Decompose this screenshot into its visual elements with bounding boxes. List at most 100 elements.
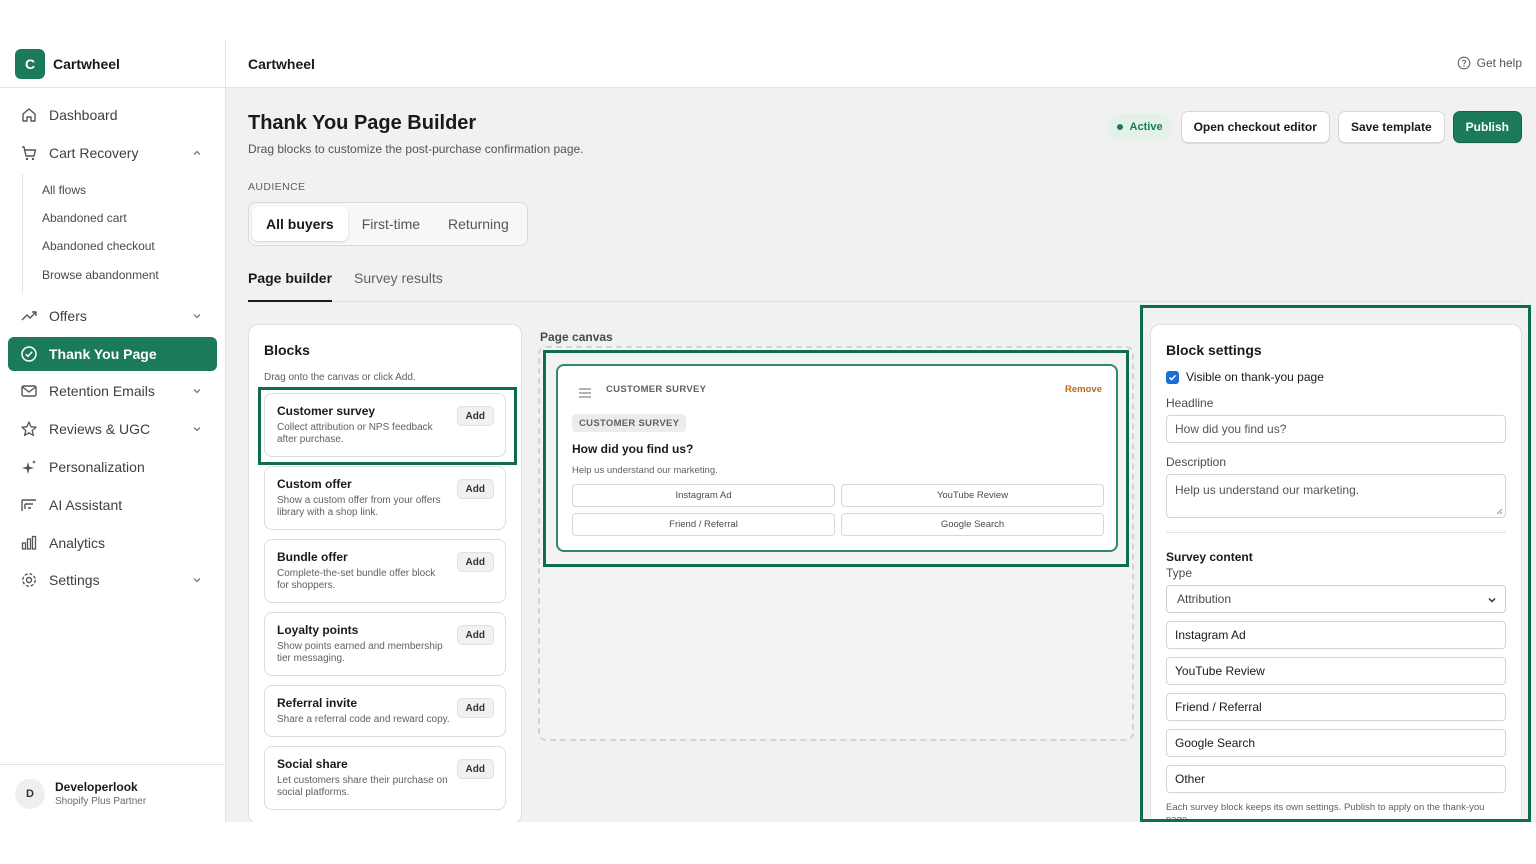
- survey-option[interactable]: Friend / Referral: [572, 513, 835, 536]
- open-checkout-editor-button[interactable]: Open checkout editor: [1180, 111, 1330, 143]
- audience-option-all-buyers[interactable]: All buyers: [252, 207, 348, 241]
- sidebar-item-thank-you-page[interactable]: Thank You Page: [8, 336, 217, 371]
- subnav-item-abandoned-checkout[interactable]: Abandoned checkout: [23, 232, 217, 260]
- sidebar-item-reviews-ugc[interactable]: Reviews & UGC: [8, 412, 217, 446]
- survey-option[interactable]: YouTube Review: [841, 484, 1104, 507]
- blocks-title: Blocks: [264, 342, 310, 358]
- chevron-down-icon: [1488, 597, 1496, 603]
- sidebar-item-personalization[interactable]: Personalization: [8, 450, 217, 484]
- remove-block-button[interactable]: Remove: [1065, 384, 1102, 395]
- user-role: Shopify Plus Partner: [55, 796, 147, 807]
- block-card-social-share[interactable]: Social share Let customers share their p…: [264, 746, 506, 810]
- audience-option-first-time[interactable]: First-time: [348, 207, 434, 241]
- description-label: Description: [1166, 455, 1227, 469]
- subnav-item-all-flows[interactable]: All flows: [23, 176, 217, 204]
- survey-option-input[interactable]: Google Search: [1166, 729, 1506, 757]
- tab-survey-results[interactable]: Survey results: [354, 266, 443, 301]
- block-description: Show a custom offer from your offers lib…: [277, 495, 441, 518]
- survey-block[interactable]: CUSTOMER SURVEY Remove CUSTOMER SURVEY H…: [556, 364, 1118, 552]
- block-description: Let customers share their purchase on so…: [277, 775, 448, 798]
- topbar-title: Cartwheel: [248, 55, 315, 72]
- resize-grip-icon[interactable]: [1495, 507, 1503, 515]
- status-badge: Active: [1106, 114, 1173, 140]
- survey-option-input[interactable]: YouTube Review: [1166, 657, 1506, 685]
- audience-segmented-control: All buyers First-time Returning: [248, 202, 528, 246]
- main-content: Cartwheel Get help Thank You Page Builde…: [226, 40, 1536, 822]
- get-help-link[interactable]: Get help: [1457, 56, 1522, 70]
- sidebar-item-label: Offers: [49, 307, 87, 324]
- tab-page-builder[interactable]: Page builder: [248, 266, 333, 302]
- get-help-label: Get help: [1476, 56, 1522, 70]
- sidebar-item-cart-recovery[interactable]: Cart Recovery: [8, 136, 217, 170]
- survey-option[interactable]: Google Search: [841, 513, 1104, 536]
- description-textarea[interactable]: Help us understand our marketing.: [1166, 474, 1506, 518]
- add-block-button[interactable]: Add: [456, 698, 494, 718]
- survey-option-input[interactable]: Instagram Ad: [1166, 621, 1506, 649]
- type-label: Type: [1166, 566, 1193, 580]
- gear-icon: [20, 571, 38, 589]
- sidebar-item-dashboard[interactable]: Dashboard: [8, 98, 217, 132]
- chevron-down-icon[interactable]: [191, 574, 203, 586]
- topbar: Cartwheel Get help: [226, 40, 1536, 88]
- drag-handle-icon[interactable]: [578, 386, 592, 400]
- sidebar-item-settings[interactable]: Settings: [8, 563, 217, 597]
- survey-description: Help us understand our marketing.: [572, 465, 718, 476]
- add-block-button[interactable]: Add: [456, 552, 494, 572]
- blocks-panel: Blocks Drag onto the canvas or click Add…: [248, 324, 522, 822]
- block-card-bundle-offer[interactable]: Bundle offer Complete-the-set bundle off…: [264, 539, 506, 603]
- publish-button[interactable]: Publish: [1452, 111, 1522, 143]
- chevron-down-icon[interactable]: [191, 310, 203, 322]
- description-value: Help us understand our marketing.: [1175, 483, 1360, 497]
- block-card-referral-invite[interactable]: Referral invite Share a referral code an…: [264, 685, 506, 737]
- cart-icon: [20, 144, 38, 162]
- chevron-up-icon[interactable]: [191, 147, 203, 159]
- sidebar-item-label: Personalization: [49, 458, 145, 475]
- tab-bar: Page builder Survey results: [248, 266, 1522, 302]
- user-profile[interactable]: D Developerlook Shopify Plus Partner: [0, 764, 225, 822]
- brand[interactable]: C Cartwheel: [0, 40, 225, 88]
- sidebar-nav: Dashboard Cart Recovery All flows Abando…: [0, 88, 225, 597]
- chevron-down-icon[interactable]: [191, 423, 203, 435]
- add-block-button[interactable]: Add: [456, 406, 494, 426]
- sidebar-item-analytics[interactable]: Analytics: [8, 526, 217, 560]
- save-template-button[interactable]: Save template: [1337, 111, 1445, 143]
- sidebar-item-ai-assistant[interactable]: AI Assistant: [8, 488, 217, 522]
- audience-option-returning[interactable]: Returning: [434, 207, 523, 241]
- block-description: Share a referral code and reward copy.: [277, 714, 450, 725]
- add-block-button[interactable]: Add: [456, 759, 494, 779]
- visible-checkbox-row[interactable]: Visible on thank-you page: [1166, 370, 1506, 384]
- type-select[interactable]: Attribution: [1166, 585, 1506, 613]
- add-block-button[interactable]: Add: [456, 479, 494, 499]
- block-description: Show points earned and membership tier m…: [277, 641, 443, 664]
- sidebar-item-label: Dashboard: [49, 107, 118, 123]
- sidebar-item-label: Reviews & UGC: [49, 421, 151, 438]
- survey-option[interactable]: Instagram Ad: [572, 484, 835, 507]
- sidebar-item-retention-emails[interactable]: Retention Emails: [8, 374, 217, 408]
- subnav-item-browse-abandonment[interactable]: Browse abandonment: [23, 260, 217, 288]
- user-text: Developerlook Shopify Plus Partner: [55, 780, 146, 807]
- add-block-button[interactable]: Add: [456, 625, 494, 645]
- star-icon: [20, 420, 38, 438]
- block-card-customer-survey[interactable]: Customer survey Collect attribution or N…: [264, 393, 506, 457]
- headline-input[interactable]: How did you find us?: [1166, 415, 1506, 443]
- block-description: Complete-the-set bundle offer block for …: [277, 568, 436, 591]
- sidebar-item-label: Thank You Page: [49, 345, 157, 362]
- block-card-loyalty-points[interactable]: Loyalty points Show points earned and me…: [264, 612, 506, 676]
- cart-recovery-subnav: All flows Abandoned cart Abandoned check…: [22, 173, 217, 293]
- help-circle-icon: [1457, 56, 1470, 70]
- sparkles-icon: [20, 458, 38, 476]
- block-card-custom-offer[interactable]: Custom offer Show a custom offer from yo…: [264, 466, 506, 530]
- survey-option-input[interactable]: Friend / Referral: [1166, 693, 1506, 721]
- sidebar: C Cartwheel Dashboard Cart Recovery All …: [0, 40, 226, 822]
- survey-option-input[interactable]: Other: [1166, 765, 1506, 793]
- survey-question: How did you find us?: [572, 442, 694, 456]
- chevron-down-icon[interactable]: [191, 385, 203, 397]
- home-icon: [20, 106, 38, 124]
- subnav-item-abandoned-cart[interactable]: Abandoned cart: [23, 204, 217, 232]
- visible-checkbox-label: Visible on thank-you page: [1186, 370, 1324, 384]
- visible-checkbox[interactable]: [1166, 370, 1179, 384]
- page-canvas[interactable]: CUSTOMER SURVEY Remove CUSTOMER SURVEY H…: [538, 346, 1134, 741]
- sidebar-item-label: AI Assistant: [49, 496, 123, 513]
- sidebar-item-offers[interactable]: Offers: [8, 299, 217, 333]
- survey-options: Instagram Ad YouTube Review Friend / Ref…: [572, 484, 1104, 536]
